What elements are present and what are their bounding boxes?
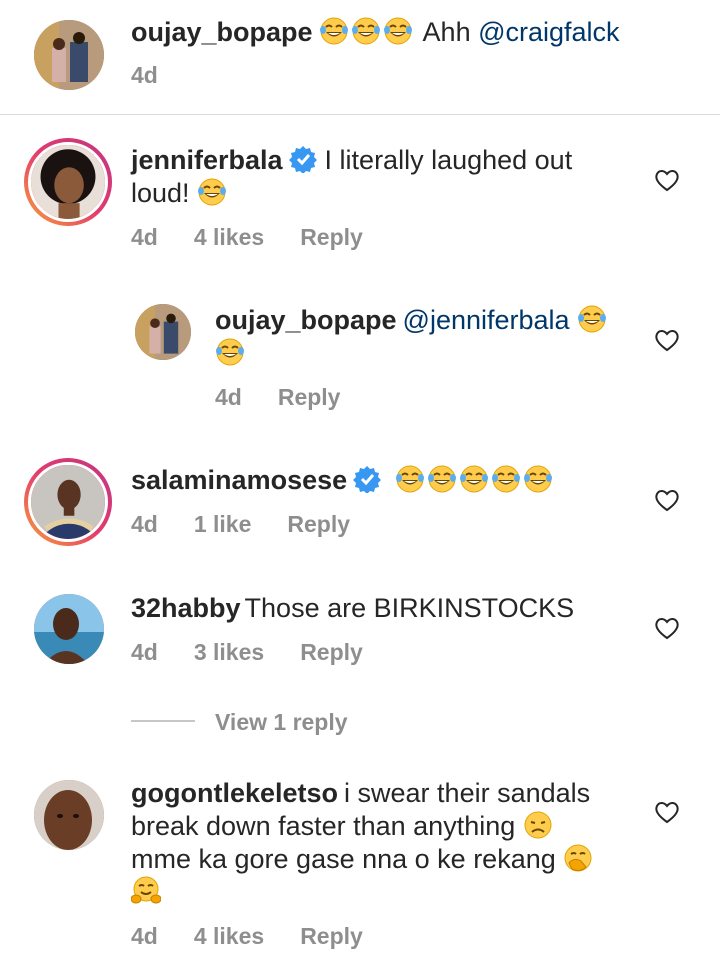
mention-link[interactable]: @jenniferbala [403, 305, 570, 335]
reply-button[interactable]: Reply [300, 224, 363, 250]
comment-body: Those are BIRKINSTOCKS [244, 593, 575, 623]
verified-badge-icon [288, 145, 317, 173]
reply-button[interactable]: Reply [300, 923, 363, 949]
likes-count[interactable]: 3 likes [194, 639, 264, 665]
avatar[interactable] [135, 304, 191, 360]
avatar[interactable] [34, 594, 104, 664]
comment-text: oujay_bopape Ahh @craigfalck [131, 16, 671, 49]
divider [0, 114, 720, 115]
likes-count[interactable]: 4 likes [194, 923, 264, 949]
comment-text: oujay_bopape @jenniferbala [215, 304, 625, 370]
comment-text: salaminamosese [131, 464, 631, 497]
comment-text: gogontlekeletso i swear their sandals bre… [131, 777, 651, 909]
timestamp: 4d [131, 639, 158, 665]
laughing-tears-emoji [395, 465, 426, 493]
laughing-tears-emoji [459, 465, 490, 493]
comment-meta: 4d [131, 62, 194, 89]
laughing-tears-emoji [197, 178, 228, 206]
hugging-emoji [131, 876, 161, 904]
laughing-tears-emoji [382, 17, 413, 45]
heart-outline-icon[interactable] [654, 488, 680, 512]
avatar-story-ring[interactable] [24, 458, 112, 546]
comment-meta: 4d 4 likes Reply [131, 923, 399, 950]
comment-meta: 4d Reply [215, 384, 376, 411]
heart-outline-icon[interactable] [654, 328, 680, 352]
hand-over-mouth-emoji [564, 844, 593, 872]
disappointed-emoji [523, 811, 552, 839]
timestamp: 4d [215, 384, 242, 410]
likes-count[interactable]: 1 like [194, 511, 252, 537]
comment-meta: 4d 4 likes Reply [131, 224, 399, 251]
laughing-tears-emoji [318, 17, 349, 45]
view-replies-line [131, 720, 195, 722]
timestamp: 4d [131, 62, 158, 88]
likes-count[interactable]: 4 likes [194, 224, 264, 250]
mention-link[interactable]: @craigfalck [478, 17, 619, 47]
heart-outline-icon[interactable] [654, 168, 680, 192]
username[interactable]: oujay_bopape [215, 305, 397, 335]
avatar[interactable] [34, 20, 104, 90]
view-replies-button[interactable]: View 1 reply [215, 709, 348, 736]
comment-body-line-2: break down faster than anything [131, 811, 516, 841]
username[interactable]: oujay_bopape [131, 17, 313, 47]
laughing-tears-emoji [350, 17, 381, 45]
timestamp: 4d [131, 224, 158, 250]
timestamp: 4d [131, 923, 158, 949]
laughing-tears-emoji [523, 465, 554, 493]
heart-outline-icon[interactable] [654, 616, 680, 640]
reply-button[interactable]: Reply [287, 511, 350, 537]
timestamp: 4d [131, 511, 158, 537]
reply-button[interactable]: Reply [278, 384, 341, 410]
heart-outline-icon[interactable] [654, 800, 680, 824]
avatar-story-ring[interactable] [24, 138, 112, 226]
username[interactable]: 32habby [131, 593, 241, 623]
laughing-tears-emoji [577, 305, 608, 333]
comment-meta: 4d 3 likes Reply [131, 639, 399, 666]
comment-body-line-3: mme ka gore gase nna o ke rekang [131, 844, 556, 874]
username[interactable]: gogontlekeletso [131, 778, 338, 808]
comment-text: 32habby Those are BIRKINSTOCKS [131, 592, 651, 625]
comment-meta: 4d 1 like Reply [131, 511, 386, 538]
avatar[interactable] [34, 780, 104, 850]
username[interactable]: salaminamosese [131, 465, 347, 495]
comment-body-line-1: i swear their sandals [344, 778, 591, 808]
laughing-tears-emoji [215, 338, 245, 366]
comment-body: Ahh [422, 17, 471, 47]
username[interactable]: jenniferbala [131, 145, 283, 175]
laughing-tears-emoji [491, 465, 522, 493]
reply-button[interactable]: Reply [300, 639, 363, 665]
laughing-tears-emoji [427, 465, 458, 493]
verified-badge-icon [353, 465, 382, 493]
comment-text: jenniferbala I literally laughed out loud… [131, 144, 611, 210]
